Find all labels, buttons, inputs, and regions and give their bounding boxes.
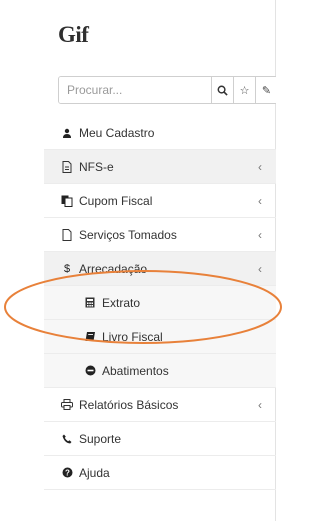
search-icon xyxy=(217,85,228,96)
sidebar-subitem-livro-fiscal[interactable]: Livro Fiscal xyxy=(44,320,276,354)
sidebar-item-meu-cadastro[interactable]: Meu Cadastro xyxy=(44,116,276,150)
calculator-icon xyxy=(82,297,98,308)
sidebar-item-label: Ajuda xyxy=(79,465,110,480)
svg-text:?: ? xyxy=(65,468,70,477)
sidebar-item-label: Extrato xyxy=(102,295,141,310)
pencil-icon: ✎ xyxy=(261,84,272,97)
sidebar-item-label: Serviços Tomados xyxy=(79,227,177,242)
main-content-edge xyxy=(276,0,288,521)
sidebar-item-label: Relatórios Básicos xyxy=(79,397,179,412)
chevron-left-icon: ‹ xyxy=(258,262,262,276)
sidebar-item-suporte[interactable]: Suporte xyxy=(44,422,276,456)
dollar-icon: $ xyxy=(63,262,71,275)
chevron-left-icon: ‹ xyxy=(258,194,262,208)
sidebar-item-nfse[interactable]: NFS-e ‹ xyxy=(44,150,276,184)
search-button[interactable] xyxy=(211,77,233,103)
chevron-left-icon: ‹ xyxy=(258,398,262,412)
book-icon xyxy=(82,331,98,342)
sidebar-item-label: NFS-e xyxy=(79,159,114,174)
question-circle-icon: ? xyxy=(59,467,75,478)
sidebar-item-ajuda[interactable]: ? Ajuda xyxy=(44,456,276,490)
file-icon xyxy=(59,228,75,241)
chevron-left-icon: ‹ xyxy=(258,160,262,174)
chevron-left-icon: ‹ xyxy=(258,228,262,242)
search-input[interactable] xyxy=(59,77,211,103)
sidebar-item-label: Abatimentos xyxy=(102,363,169,378)
print-icon xyxy=(59,399,75,410)
file-text-icon xyxy=(59,160,75,173)
favorite-button[interactable]: ☆ xyxy=(233,77,255,103)
sidebar-menu: Meu Cadastro NFS-e ‹ Cupom Fiscal ‹ Serv… xyxy=(44,116,276,490)
minus-circle-icon xyxy=(82,365,98,376)
sidebar-subitem-extrato[interactable]: Extrato xyxy=(44,286,276,320)
star-icon: ☆ xyxy=(239,84,250,97)
app-logo: Gif xyxy=(58,22,89,47)
sidebar-item-label: Cupom Fiscal xyxy=(79,193,153,208)
sidebar-item-arrecadacao[interactable]: $ Arrecadação ‹ xyxy=(44,252,276,286)
edit-button[interactable]: ✎ xyxy=(255,77,277,103)
sidebar-item-label: Livro Fiscal xyxy=(102,329,163,344)
sidebar-item-label: Meu Cadastro xyxy=(79,125,155,140)
user-icon xyxy=(59,128,75,138)
sidebar-item-servicos-tomados[interactable]: Serviços Tomados ‹ xyxy=(44,218,276,252)
sidebar-item-label: Arrecadação xyxy=(79,261,148,276)
sidebar-item-relatorios-basicos[interactable]: Relatórios Básicos ‹ xyxy=(44,388,276,422)
search-group: ☆ ✎ xyxy=(58,76,278,104)
sidebar-item-label: Suporte xyxy=(79,431,122,446)
sidebar-subitem-abatimentos[interactable]: Abatimentos xyxy=(44,354,276,388)
sidebar: Gif ☆ ✎ Meu Cadastro NFS-e ‹ xyxy=(44,0,278,521)
copy-icon xyxy=(59,195,75,207)
sidebar-item-cupom-fiscal[interactable]: Cupom Fiscal ‹ xyxy=(44,184,276,218)
phone-icon xyxy=(59,434,75,444)
